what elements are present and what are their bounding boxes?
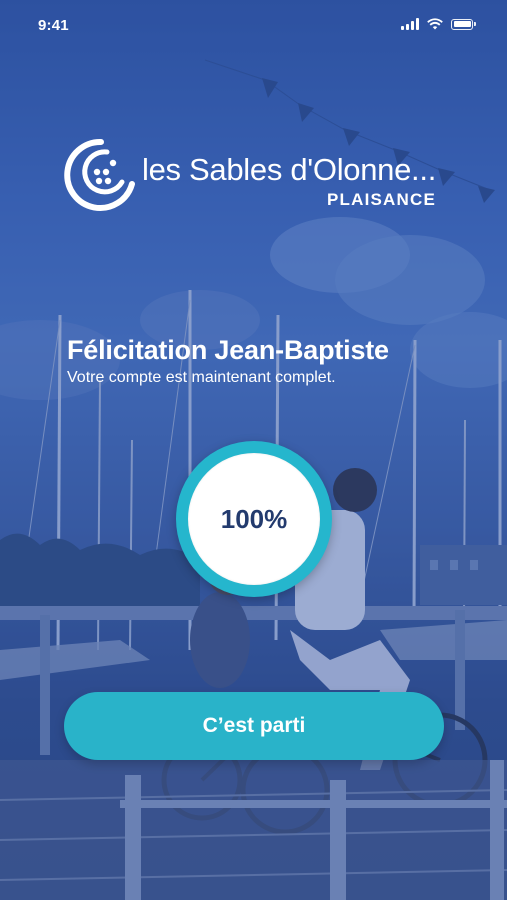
logo-wordmark: les Sables d'Olonne... (142, 152, 437, 187)
wifi-icon (427, 18, 443, 30)
welcome-title: Félicitation Jean-Baptiste (67, 335, 389, 365)
progress-inner: 100% (188, 453, 320, 585)
profile-progress-circle: 100% (176, 441, 332, 597)
status-icons (401, 18, 476, 30)
completion-screen: 9:41 les Sables d'Olonne... PLAISANCE Fé… (0, 0, 507, 900)
progress-percent-label: 100% (220, 503, 288, 534)
status-bar: 9:41 (0, 0, 507, 52)
logo-tagline: PLAISANCE (327, 190, 437, 209)
battery-icon (451, 18, 476, 30)
cellular-signal-icon (401, 18, 419, 30)
brand-logo: les Sables d'Olonne... PLAISANCE (64, 138, 454, 218)
logo-emblem-icon (64, 138, 135, 211)
welcome-subtitle: Votre compte est maintenant complet. (67, 369, 336, 386)
status-time: 9:41 (38, 17, 69, 34)
start-button[interactable]: C’est parti (64, 692, 444, 760)
